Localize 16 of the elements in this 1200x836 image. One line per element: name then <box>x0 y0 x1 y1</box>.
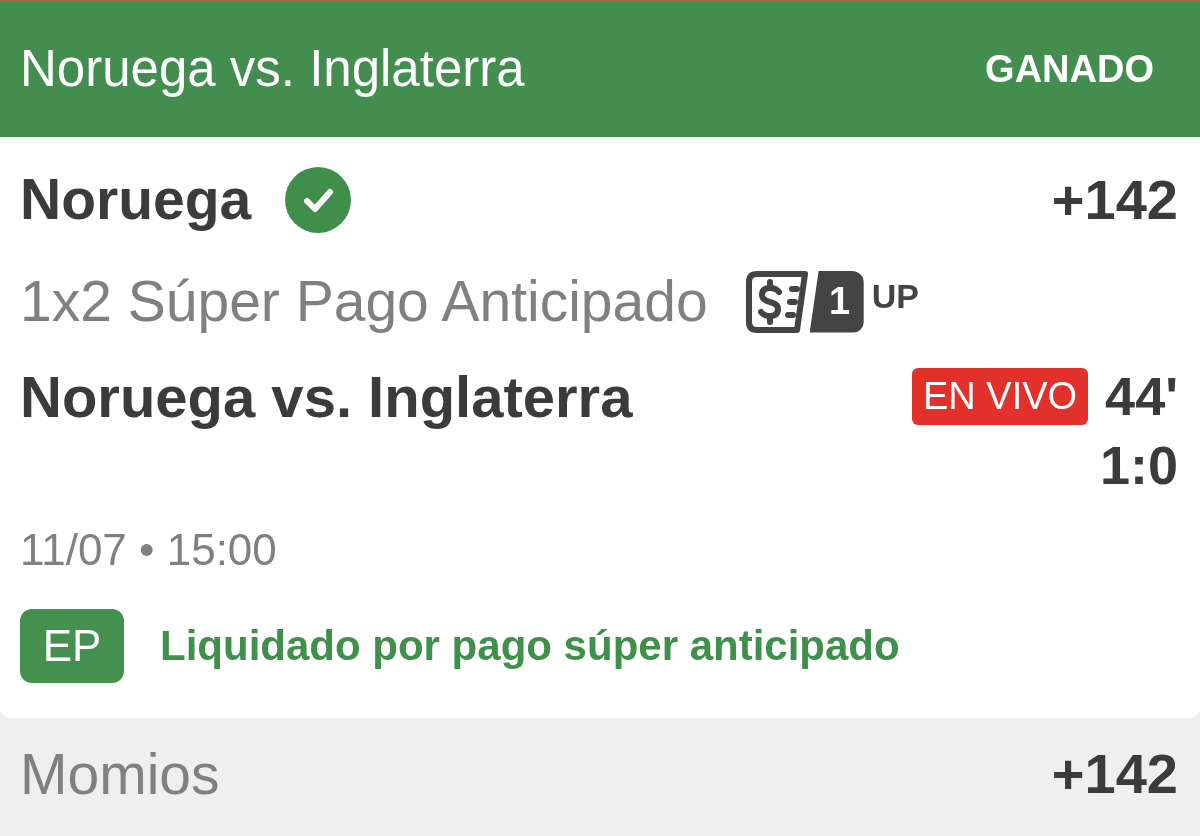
odds-value: +142 <box>1051 744 1178 804</box>
match-score: 1:0 <box>1099 438 1178 492</box>
live-badge: EN VIVO <box>911 368 1089 425</box>
match-title: Noruega vs. Inglaterra <box>20 41 525 98</box>
odds-value: +142 <box>1051 170 1178 230</box>
market-name: 1x2 Súper Pago Anticipado <box>20 270 708 333</box>
event-datetime: 11/07 • 15:00 <box>20 525 277 575</box>
match-minute: 44' <box>1105 368 1178 425</box>
odds-label: Momios <box>20 742 220 806</box>
settlement-text: Liquidado por pago súper anticipado <box>160 622 900 670</box>
selection-name: Noruega <box>20 170 252 230</box>
dollar-ticket-icon <box>745 270 808 333</box>
boost-count: 1 <box>809 270 864 333</box>
boost-label: UP <box>871 278 919 313</box>
settlement-badge: EP <box>20 609 124 683</box>
bet-status: GANADO <box>985 48 1154 91</box>
